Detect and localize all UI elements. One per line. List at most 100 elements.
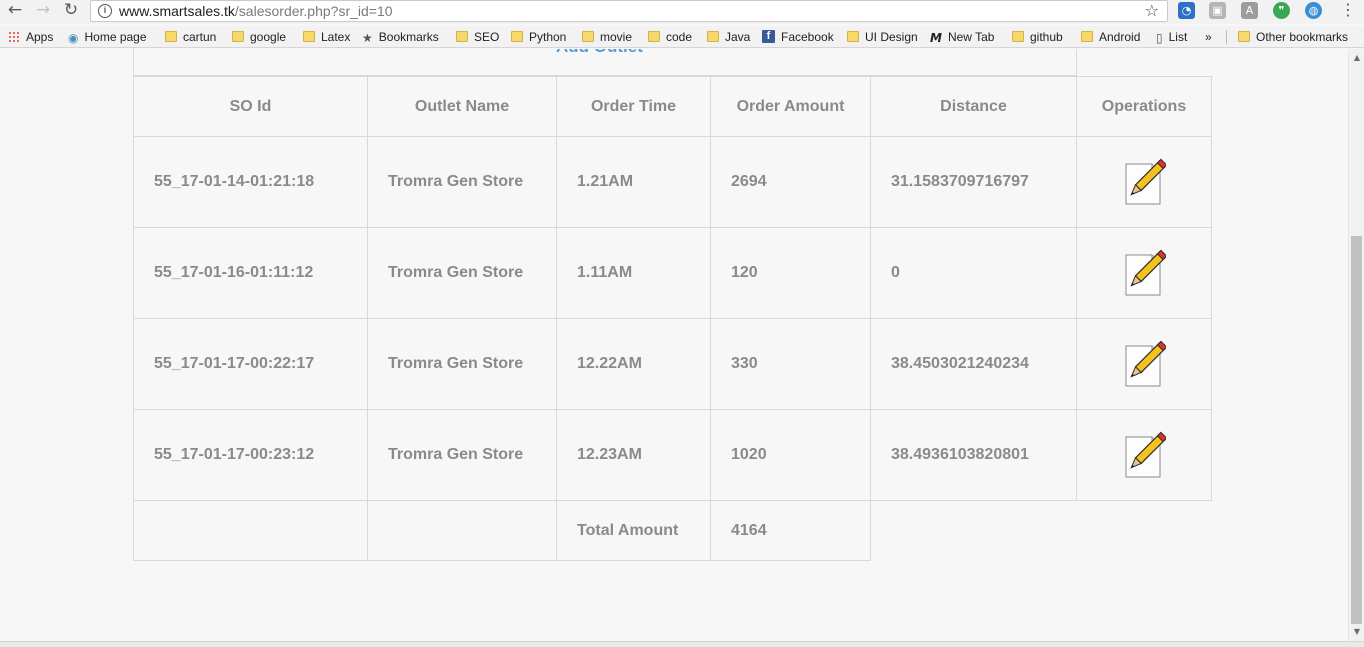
- bookmark-ui-design[interactable]: UI Design: [847, 29, 918, 45]
- column-header-outlet-name: Outlet Name: [367, 76, 557, 137]
- column-header-order-amount: Order Amount: [710, 76, 871, 137]
- bookmark-facebook[interactable]: f Facebook: [762, 29, 834, 45]
- cell-order-time: 1.11AM: [556, 227, 711, 319]
- url-path: /salesorder.php?sr_id=10: [234, 3, 393, 19]
- bookmark-label: UI Design: [865, 30, 918, 44]
- table-row: 55_17-01-17-00:22:17 Tromra Gen Store 12…: [133, 318, 1212, 410]
- extension-a-icon[interactable]: A: [1241, 2, 1258, 19]
- edit-pencil-icon[interactable]: [1122, 431, 1168, 479]
- cell-so-id: 55_17-01-17-00:22:17: [133, 318, 368, 410]
- cell-order-amount: 330: [710, 318, 871, 410]
- back-arrow-icon[interactable]: ←: [4, 0, 26, 22]
- bookmark-label: Python: [529, 30, 567, 44]
- bookmark-star-icon[interactable]: ☆: [1145, 1, 1159, 20]
- cell-order-time: 12.23AM: [556, 409, 711, 501]
- apps-grid-icon: [8, 30, 20, 43]
- bookmark-seo[interactable]: SEO: [456, 29, 499, 45]
- bookmark-java[interactable]: Java: [707, 29, 750, 45]
- url-text[interactable]: www.smartsales.tk/salesorder.php?sr_id=1…: [119, 3, 393, 19]
- bookmark-bookmarks[interactable]: ★ Bookmarks: [362, 29, 439, 45]
- bookmark-label: Android: [1099, 30, 1141, 44]
- bookmark-list[interactable]: ▯ List: [1156, 29, 1187, 45]
- bookmark-label: Bookmarks: [378, 30, 439, 44]
- bookmark-code[interactable]: code: [648, 29, 692, 45]
- form-section-bottom: [133, 49, 1077, 76]
- column-header-operations: Operations: [1076, 76, 1212, 137]
- edit-pencil-icon[interactable]: [1122, 158, 1168, 206]
- extension-android-icon[interactable]: ▣: [1209, 2, 1226, 19]
- page-icon: ▯: [1156, 30, 1163, 45]
- bookmark-label: code: [666, 30, 693, 44]
- edit-pencil-icon[interactable]: [1122, 249, 1168, 297]
- cell-operations: [1076, 227, 1212, 319]
- extension-tracker-icon[interactable]: ◔: [1178, 2, 1195, 19]
- bookmark-label: Java: [725, 30, 751, 44]
- bookmark-movie[interactable]: movie: [582, 29, 632, 45]
- facebook-icon: f: [762, 30, 775, 44]
- folder-icon: [847, 31, 859, 43]
- column-header-so-id: SO Id: [133, 76, 368, 137]
- cell-order-amount: 1020: [710, 409, 871, 501]
- cell-so-id: 55_17-01-17-00:23:12: [133, 409, 368, 501]
- sales-order-table: SO Id Outlet Name Order Time Order Amoun…: [133, 76, 1212, 561]
- cell-outlet-name: Tromra Gen Store: [367, 318, 557, 410]
- bookmark-label: Other bookmarks: [1256, 30, 1349, 44]
- scrollbar-thumb[interactable]: [1351, 236, 1362, 624]
- folder-icon: [456, 31, 468, 43]
- scroll-down-arrow-icon[interactable]: ▼: [1349, 625, 1364, 639]
- bookmarks-overflow-button[interactable]: »: [1205, 29, 1212, 45]
- bookmark-github[interactable]: github: [1012, 29, 1063, 45]
- forward-arrow-icon[interactable]: →: [32, 0, 54, 22]
- folder-icon: [165, 31, 177, 43]
- status-strip: [0, 641, 1364, 647]
- bookmark-python[interactable]: Python: [511, 29, 566, 45]
- bookmarks-separator: [1226, 30, 1227, 44]
- bookmark-label: Apps: [26, 30, 54, 44]
- star-icon: ★: [362, 30, 373, 45]
- m-logo-icon: M: [930, 30, 942, 45]
- bookmark-label: cartun: [183, 30, 217, 44]
- bookmark-label: google: [250, 30, 287, 44]
- cell-outlet-name: Tromra Gen Store: [367, 409, 557, 501]
- bookmark-label: Facebook: [781, 30, 834, 44]
- cell-operations: [1076, 318, 1212, 410]
- vertical-scrollbar[interactable]: ▲ ▼: [1348, 49, 1364, 641]
- bookmark-other-bookmarks[interactable]: Other bookmarks: [1238, 29, 1348, 45]
- folder-icon: [1238, 31, 1250, 43]
- bookmark-latex[interactable]: Latex: [303, 29, 350, 45]
- site-info-icon[interactable]: i: [98, 4, 112, 18]
- extension-globe-icon[interactable]: ◍: [1305, 2, 1322, 19]
- address-bar[interactable]: i www.smartsales.tk/salesorder.php?sr_id…: [90, 0, 1168, 22]
- reload-icon[interactable]: ↻: [60, 0, 82, 22]
- cell-order-amount: 2694: [710, 136, 871, 228]
- cell-distance: 0: [870, 227, 1077, 319]
- url-host: www.smartsales.tk: [119, 3, 235, 19]
- total-row: Total Amount 4164: [133, 500, 1212, 561]
- folder-icon: [1012, 31, 1024, 43]
- bookmark-new-tab[interactable]: M New Tab: [930, 29, 994, 45]
- table-row: 55_17-01-16-01:11:12 Tromra Gen Store 1.…: [133, 227, 1212, 319]
- browser-toolbar: ← → ↻ i www.smartsales.tk/salesorder.php…: [0, 0, 1364, 24]
- bookmark-label: Home page: [84, 30, 147, 44]
- folder-icon: [707, 31, 719, 43]
- bookmark-google[interactable]: google: [232, 29, 286, 45]
- folder-icon: [648, 31, 660, 43]
- bookmark-home-page[interactable]: ◉ Home page: [68, 29, 147, 45]
- scroll-up-arrow-icon[interactable]: ▲: [1349, 51, 1364, 65]
- edit-pencil-icon[interactable]: [1122, 340, 1168, 388]
- bookmark-apps[interactable]: Apps: [8, 29, 53, 45]
- bookmark-android[interactable]: Android: [1081, 29, 1140, 45]
- cell-order-time: 12.22AM: [556, 318, 711, 410]
- chrome-menu-icon[interactable]: ⋮: [1340, 0, 1356, 19]
- cell-so-id: 55_17-01-16-01:11:12: [133, 227, 368, 319]
- bookmark-label: New Tab: [947, 30, 995, 44]
- folder-icon: [303, 31, 315, 43]
- table-row: 55_17-01-17-00:23:12 Tromra Gen Store 12…: [133, 409, 1212, 501]
- cell-order-amount: 120: [710, 227, 871, 319]
- bookmark-cartun[interactable]: cartun: [165, 29, 216, 45]
- total-row-blank: [1077, 501, 1212, 561]
- cell-operations: [1076, 409, 1212, 501]
- bookmark-label: Latex: [321, 30, 351, 44]
- extension-hangouts-icon[interactable]: ❞: [1273, 2, 1290, 19]
- total-row-blank: [871, 501, 1077, 561]
